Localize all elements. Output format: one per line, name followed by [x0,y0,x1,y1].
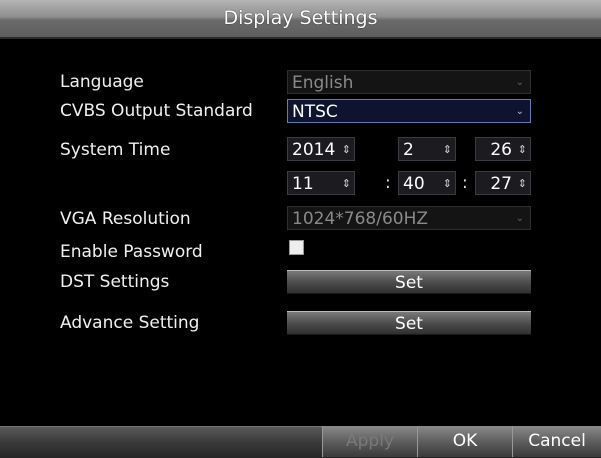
day-spinner[interactable]: 26 ⇕ [475,137,531,161]
cancel-button[interactable]: Cancel [512,426,601,457]
cvbs-output-standard-label: CVBS Output Standard [60,101,253,121]
vga-resolution-label: VGA Resolution [60,209,191,229]
language-value: English [292,73,354,93]
day-value: 26 [490,140,512,160]
dialog-title: Display Settings [0,0,601,39]
vga-value: 1024*768/60HZ [292,209,428,229]
apply-button[interactable]: Apply [322,426,417,457]
advance-set-button[interactable]: Set [287,311,531,335]
hour-value: 11 [292,174,314,194]
time-separator: : [385,173,391,193]
year-spinner[interactable]: 2014 ⇕ [287,137,355,161]
language-label: Language [60,72,144,92]
up-down-spinner-icon[interactable]: ⇕ [518,172,527,196]
year-value: 2014 [292,140,336,160]
cvbs-output-standard-dropdown[interactable]: NTSC ⌄ [287,99,531,123]
chevron-down-icon: ⌄ [515,106,524,117]
second-spinner[interactable]: 27 ⇕ [475,171,531,195]
chevron-down-icon: ⌄ [515,77,524,88]
dst-settings-label: DST Settings [60,272,170,292]
up-down-spinner-icon[interactable]: ⇕ [443,172,452,196]
advance-setting-label: Advance Setting [60,313,200,333]
time-separator: : [462,173,468,193]
month-spinner[interactable]: 2 ⇕ [398,137,456,161]
cvbs-value: NTSC [292,102,338,122]
minute-spinner[interactable]: 40 ⇕ [398,171,456,195]
ok-button[interactable]: OK [417,426,512,457]
language-dropdown[interactable]: English ⌄ [287,70,531,94]
minute-value: 40 [403,174,425,194]
up-down-spinner-icon[interactable]: ⇕ [443,138,452,162]
dst-set-button[interactable]: Set [287,270,531,294]
chevron-down-icon: ⌄ [515,213,524,224]
system-time-label: System Time [60,140,171,160]
enable-password-label: Enable Password [60,242,203,262]
second-value: 27 [490,174,512,194]
up-down-spinner-icon[interactable]: ⇕ [342,172,351,196]
hour-spinner[interactable]: 11 ⇕ [287,171,355,195]
up-down-spinner-icon[interactable]: ⇕ [342,138,351,162]
up-down-spinner-icon[interactable]: ⇕ [518,138,527,162]
enable-password-checkbox[interactable] [289,240,304,255]
month-value: 2 [403,140,414,160]
vga-resolution-dropdown[interactable]: 1024*768/60HZ ⌄ [287,206,531,230]
